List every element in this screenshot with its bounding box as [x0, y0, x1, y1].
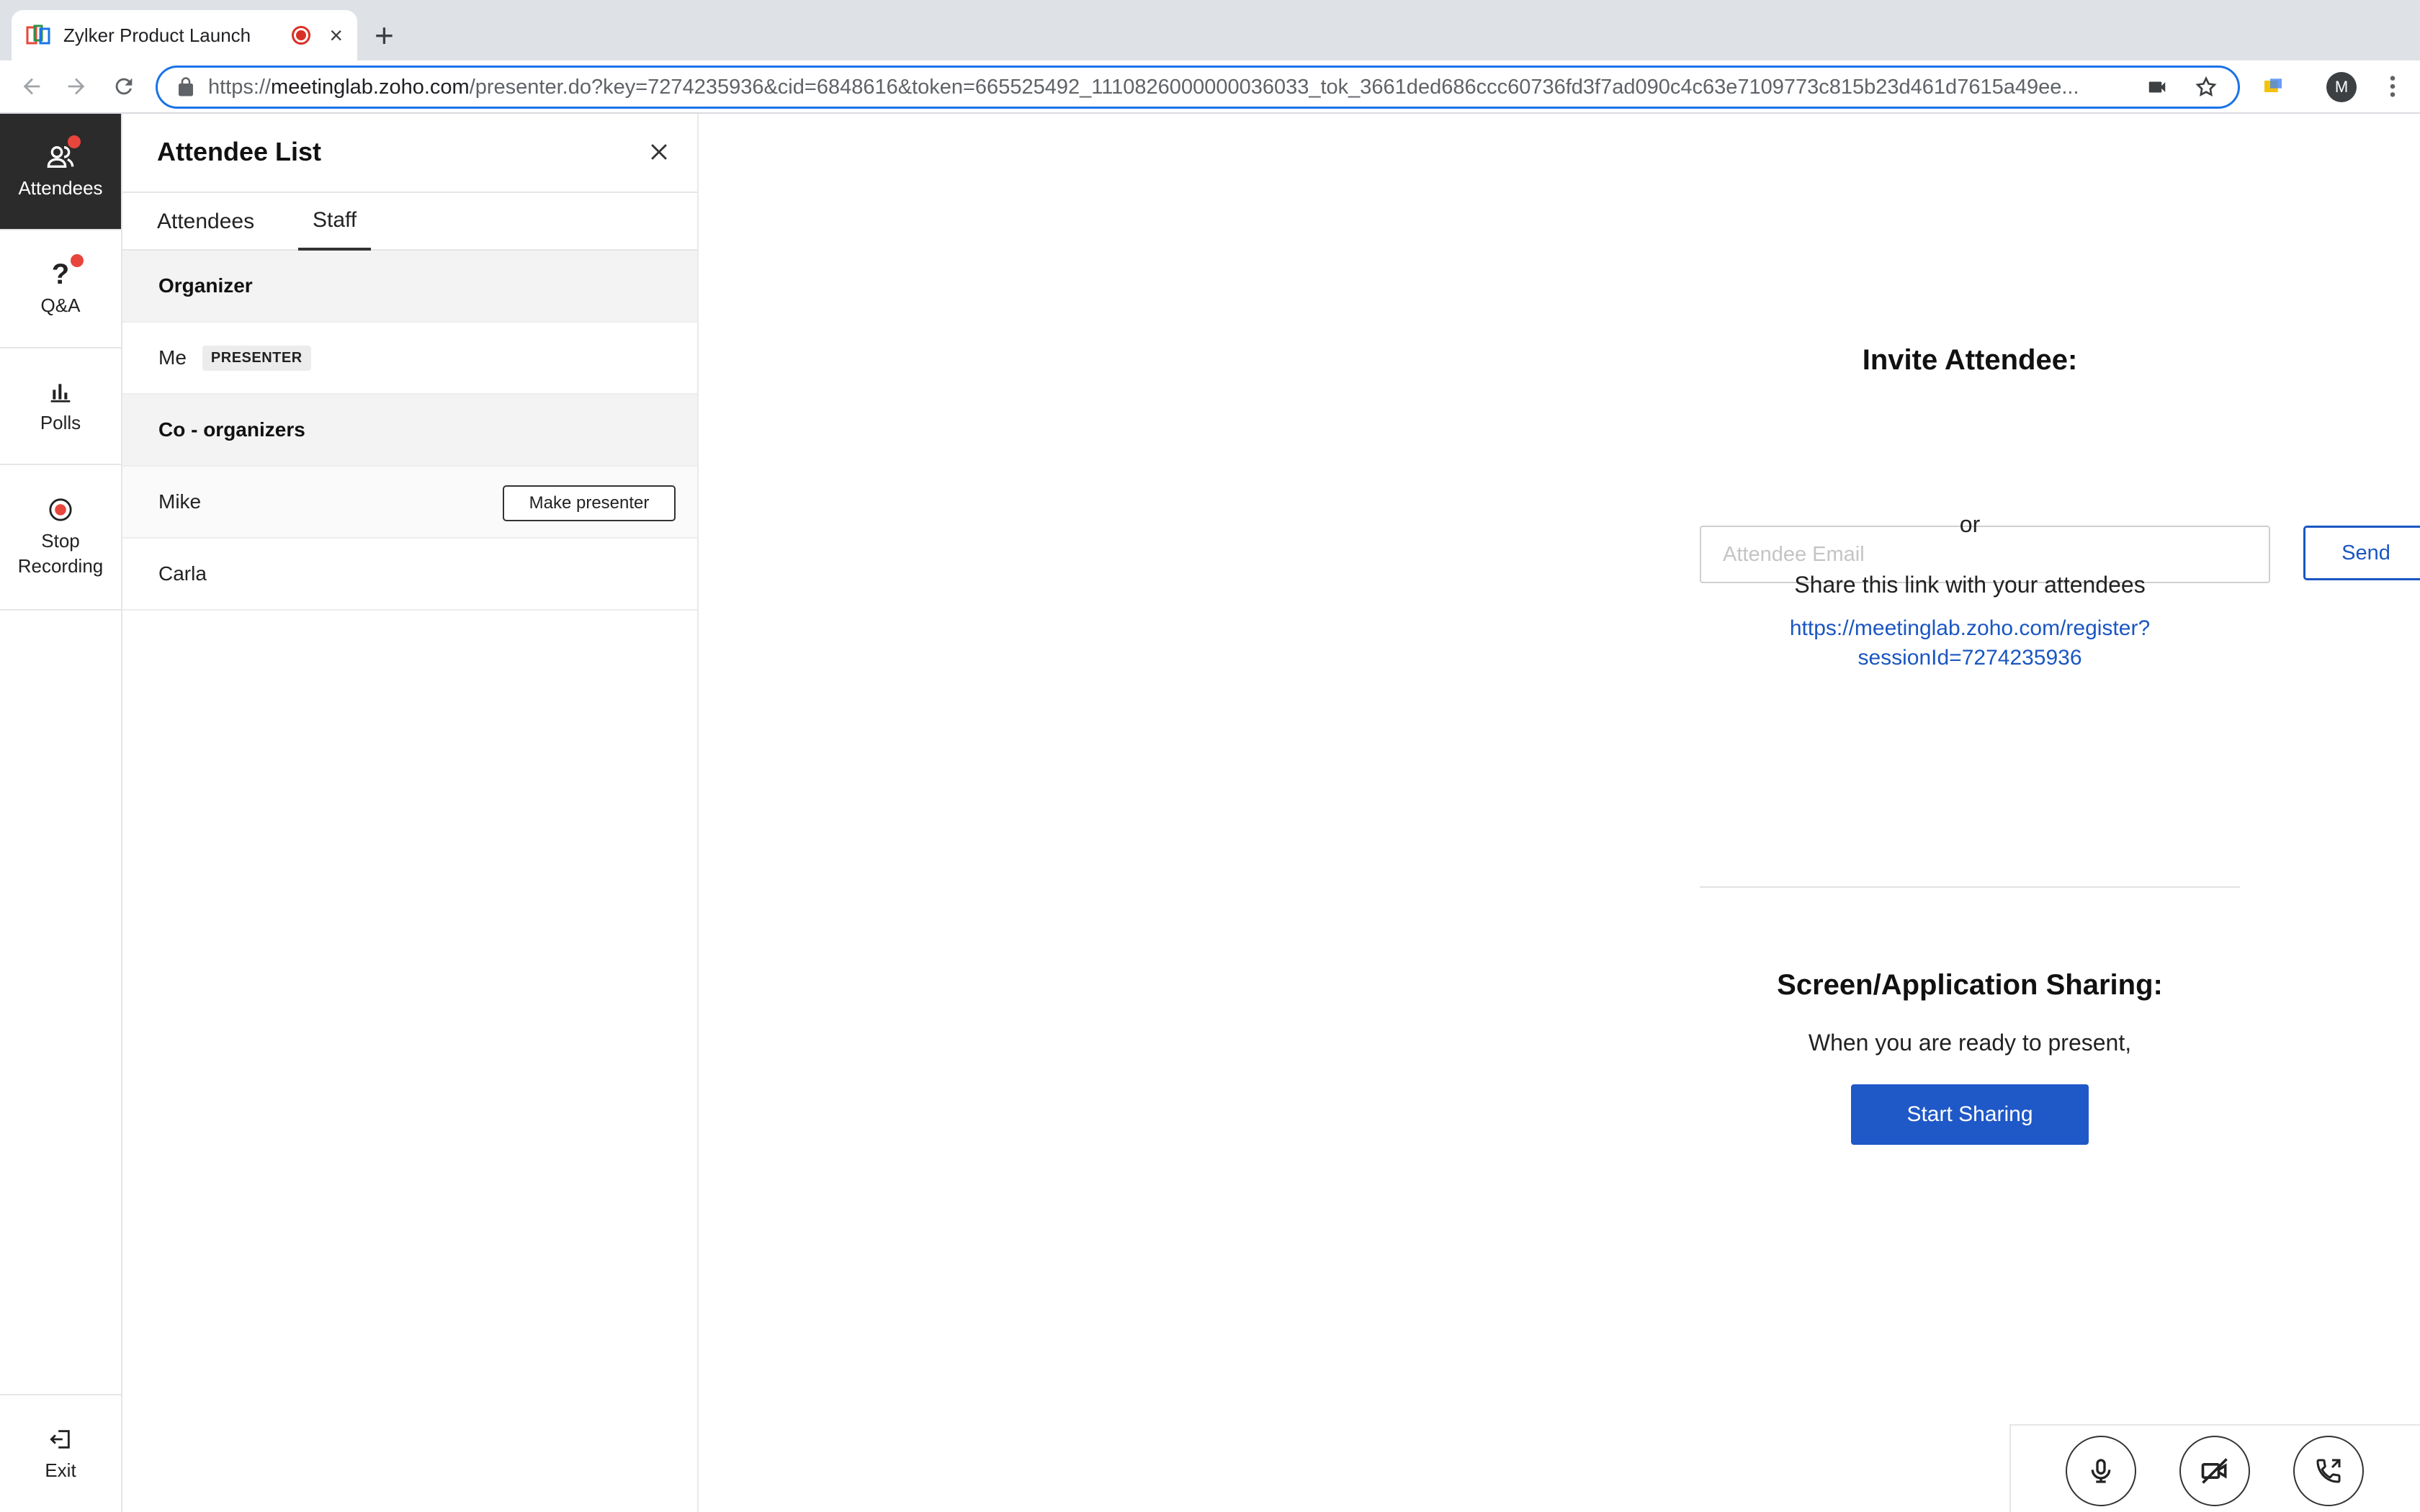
attendee-panel: Attendee List Attendees Staff Organizer …: [122, 114, 699, 1512]
sharing-text: When you are ready to present,: [1808, 1030, 2132, 1056]
rail-item-attendees[interactable]: Attendees: [0, 114, 121, 230]
phone-audio-icon[interactable]: [2293, 1436, 2364, 1506]
share-link-text: Share this link with your attendees: [1794, 572, 2146, 598]
profile-avatar[interactable]: M: [2326, 72, 2357, 102]
exit-icon: [46, 1425, 75, 1454]
microphone-icon[interactable]: [2066, 1436, 2136, 1506]
back-icon[interactable]: [16, 71, 48, 102]
reload-icon[interactable]: [108, 71, 140, 102]
notification-dot: [68, 135, 81, 148]
start-sharing-button[interactable]: Start Sharing: [1851, 1084, 2089, 1145]
list-item-coorganizer: Carla: [122, 539, 697, 611]
rail-label: Q&A: [40, 294, 81, 316]
browser-tabstrip: Zylker Product Launch × +: [0, 0, 2420, 60]
lock-icon: [175, 76, 197, 98]
notification-dot: [71, 253, 84, 267]
new-tab-icon[interactable]: +: [375, 19, 394, 52]
browser-tab[interactable]: Zylker Product Launch ×: [12, 10, 357, 60]
close-icon[interactable]: [647, 140, 671, 164]
rail-label: Stop Recording: [17, 530, 104, 577]
rail-item-polls[interactable]: Polls: [0, 348, 121, 465]
question-icon: ?: [46, 253, 84, 289]
camera-off-icon[interactable]: [2179, 1436, 2250, 1506]
send-button[interactable]: Send: [2303, 526, 2420, 580]
left-rail: Attendees ? Q&A Polls Stop Recording Exi…: [0, 114, 122, 1512]
tab-attendees[interactable]: Attendees: [143, 193, 269, 251]
attendee-name: Me: [158, 346, 187, 369]
url-text: https://meetinglab.zoho.com/presenter.do…: [208, 76, 2123, 99]
panel-tabs: Attendees Staff: [122, 193, 697, 251]
rail-label: Polls: [40, 411, 81, 433]
list-item-coorganizer: Mike Make presenter: [122, 467, 697, 539]
sharing-title: Screen/Application Sharing:: [1777, 969, 2163, 1001]
browser-menu-icon[interactable]: [2377, 71, 2408, 102]
url-path: /presenter.do?key=7274235936&cid=6848616…: [469, 75, 2079, 99]
url-prefix: https://: [208, 75, 272, 99]
invite-title: Invite Attendee:: [1862, 344, 2078, 376]
make-presenter-button[interactable]: Make presenter: [503, 485, 676, 521]
or-text: or: [1959, 511, 1981, 537]
attendee-name: Carla: [158, 562, 207, 585]
main-content: Invite Attendee: Send or Share this link…: [699, 114, 2420, 1512]
section-divider: [1700, 886, 2240, 888]
forward-icon[interactable]: [60, 71, 92, 102]
coorganizers-section-header: Co - organizers: [122, 395, 697, 467]
address-bar[interactable]: https://meetinglab.zoho.com/presenter.do…: [156, 66, 2240, 109]
attendees-icon: [46, 135, 81, 171]
tab-staff[interactable]: Staff: [298, 193, 372, 251]
bookmark-star-icon[interactable]: [2192, 73, 2220, 102]
camera-permission-icon[interactable]: [2143, 73, 2172, 102]
tab-title: Zylker Product Launch: [63, 24, 251, 46]
rail-label: Attendees: [18, 176, 103, 199]
recording-indicator-icon: [292, 26, 311, 45]
panel-title: Attendee List: [157, 137, 322, 166]
list-item-organizer: Me PRESENTER: [122, 323, 697, 395]
rail-label: Exit: [45, 1459, 76, 1481]
bar-chart-icon: [46, 377, 75, 406]
attendee-name: Mike: [158, 490, 202, 513]
registration-link-line2: sessionId=7274235936: [1857, 646, 2082, 670]
organizer-section-header: Organizer: [122, 251, 697, 323]
tab-close-icon[interactable]: ×: [329, 24, 343, 47]
zoho-favicon-icon: [26, 23, 50, 48]
registration-link[interactable]: https://meetinglab.zoho.com/register? se…: [1790, 613, 2150, 672]
presenter-badge: PRESENTER: [202, 345, 311, 371]
panel-header: Attendee List: [122, 114, 697, 193]
registration-link-line1: https://meetinglab.zoho.com/register?: [1789, 616, 2151, 640]
extension-icon[interactable]: [2257, 71, 2289, 102]
url-host: meetinglab.zoho.com: [271, 75, 470, 99]
call-controls: [2009, 1424, 2420, 1512]
record-icon: [46, 495, 75, 524]
browser-toolbar: https://meetinglab.zoho.com/presenter.do…: [0, 60, 2420, 114]
rail-item-qa[interactable]: ? Q&A: [0, 230, 121, 348]
rail-item-exit[interactable]: Exit: [0, 1394, 121, 1512]
rail-item-stop-recording[interactable]: Stop Recording: [0, 465, 121, 611]
